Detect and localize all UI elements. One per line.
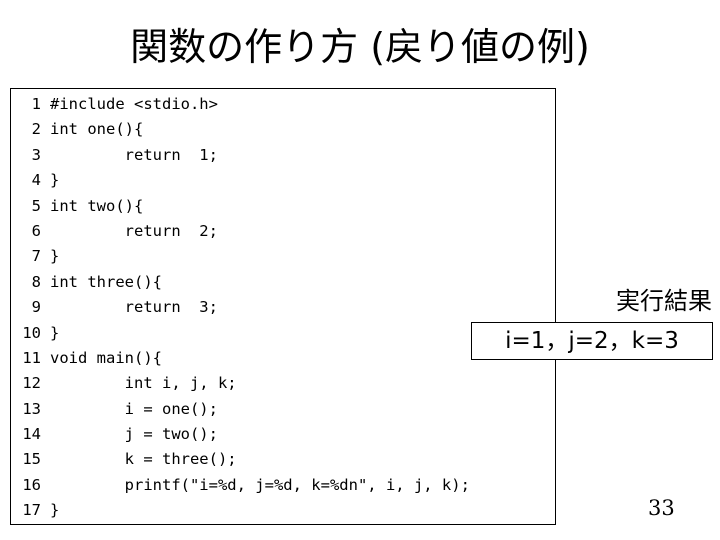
program-output-box: i=1，j=2，k=3	[471, 322, 713, 360]
code-line: 7}	[11, 244, 555, 269]
code-line-number: 9	[31, 298, 41, 317]
code-line: 13 i = one();	[11, 397, 555, 422]
program-output-text: i=1，j=2，k=3	[505, 328, 679, 354]
code-line: 16 printf("i=%d, j=%d, k=%dn", i, j, k);	[11, 473, 555, 498]
code-line-number: 1	[31, 95, 41, 113]
code-line-text: printf("i=%d, j=%d, k=%dn", i, j, k);	[50, 475, 470, 494]
code-line-number: 8	[31, 272, 41, 291]
code-line-number: 5	[31, 196, 41, 215]
code-line: 2 int one(){	[11, 117, 555, 142]
code-line-number: 13	[22, 399, 41, 418]
code-line-text: j = two();	[50, 425, 218, 444]
page-number: 33	[648, 496, 675, 520]
code-line-text: }	[50, 323, 60, 342]
code-line-number: 17	[22, 501, 41, 520]
code-line-number: 15	[22, 450, 41, 469]
code-line-text: i = one();	[50, 399, 218, 418]
code-line-number: 6	[31, 221, 41, 240]
code-line-text: return 3;	[50, 298, 218, 317]
code-line-number: 14	[22, 425, 41, 444]
slide-canvas: 関数の作り方 (戻り値の例) 1 #include <stdio.h> 2 int o…	[0, 0, 720, 540]
code-line-number: 2	[31, 120, 41, 139]
code-line-text: }	[50, 247, 60, 266]
code-line: 12 int i, j, k;	[11, 371, 555, 396]
code-line-text: #include <stdio.h>	[50, 95, 218, 113]
code-line-number: 3	[31, 145, 41, 164]
code-line-text: int three(){	[50, 272, 162, 291]
code-line-number: 12	[22, 374, 41, 393]
code-line-number: 7	[31, 247, 41, 266]
code-line-text: return 2;	[50, 221, 218, 240]
code-line-number: 11	[22, 348, 41, 367]
code-line: 6 return 2;	[11, 219, 555, 244]
code-line: 17}	[11, 498, 555, 523]
code-line: 15 k = three();	[11, 447, 555, 472]
code-line: 14 j = two();	[11, 422, 555, 447]
code-line: 4}	[11, 168, 555, 193]
code-line-text: int two(){	[50, 196, 144, 215]
code-line-number: 4	[31, 171, 41, 190]
result-label: 実行結果	[616, 287, 712, 315]
code-line: 1 #include <stdio.h>	[11, 92, 555, 117]
code-line: 5 int two(){	[11, 194, 555, 219]
code-line-text: }	[50, 501, 60, 520]
code-line-number: 16	[22, 475, 41, 494]
code-line: 3 return 1;	[11, 143, 555, 168]
code-line-text: k = three();	[50, 450, 237, 469]
code-line-text: }	[50, 171, 60, 190]
code-line-number: 10	[22, 323, 41, 342]
code-line-text: int one(){	[50, 120, 144, 139]
code-line-text: return 1;	[50, 145, 218, 164]
page-title: 関数の作り方 (戻り値の例)	[130, 25, 590, 69]
code-line-text: int i, j, k;	[50, 374, 237, 393]
code-line-text: void main(){	[50, 348, 162, 367]
